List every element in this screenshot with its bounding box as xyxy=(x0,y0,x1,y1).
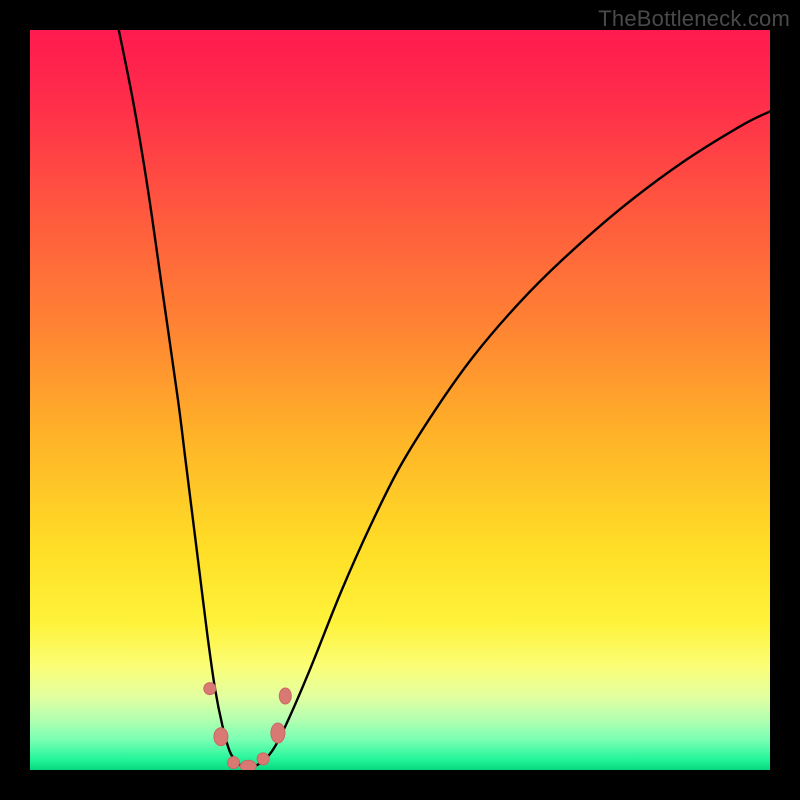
watermark-text: TheBottleneck.com xyxy=(598,6,790,32)
curve-marker xyxy=(257,753,269,765)
curve-marker xyxy=(204,683,216,695)
chart-frame: TheBottleneck.com xyxy=(0,0,800,800)
curve-marker xyxy=(240,760,256,770)
plot-area xyxy=(30,30,770,770)
curve-marker xyxy=(279,688,291,704)
curve-marker xyxy=(214,728,228,746)
bottleneck-curve xyxy=(119,30,770,768)
curve-marker xyxy=(228,757,240,769)
curve-layer xyxy=(30,30,770,770)
curve-marker xyxy=(271,723,285,743)
